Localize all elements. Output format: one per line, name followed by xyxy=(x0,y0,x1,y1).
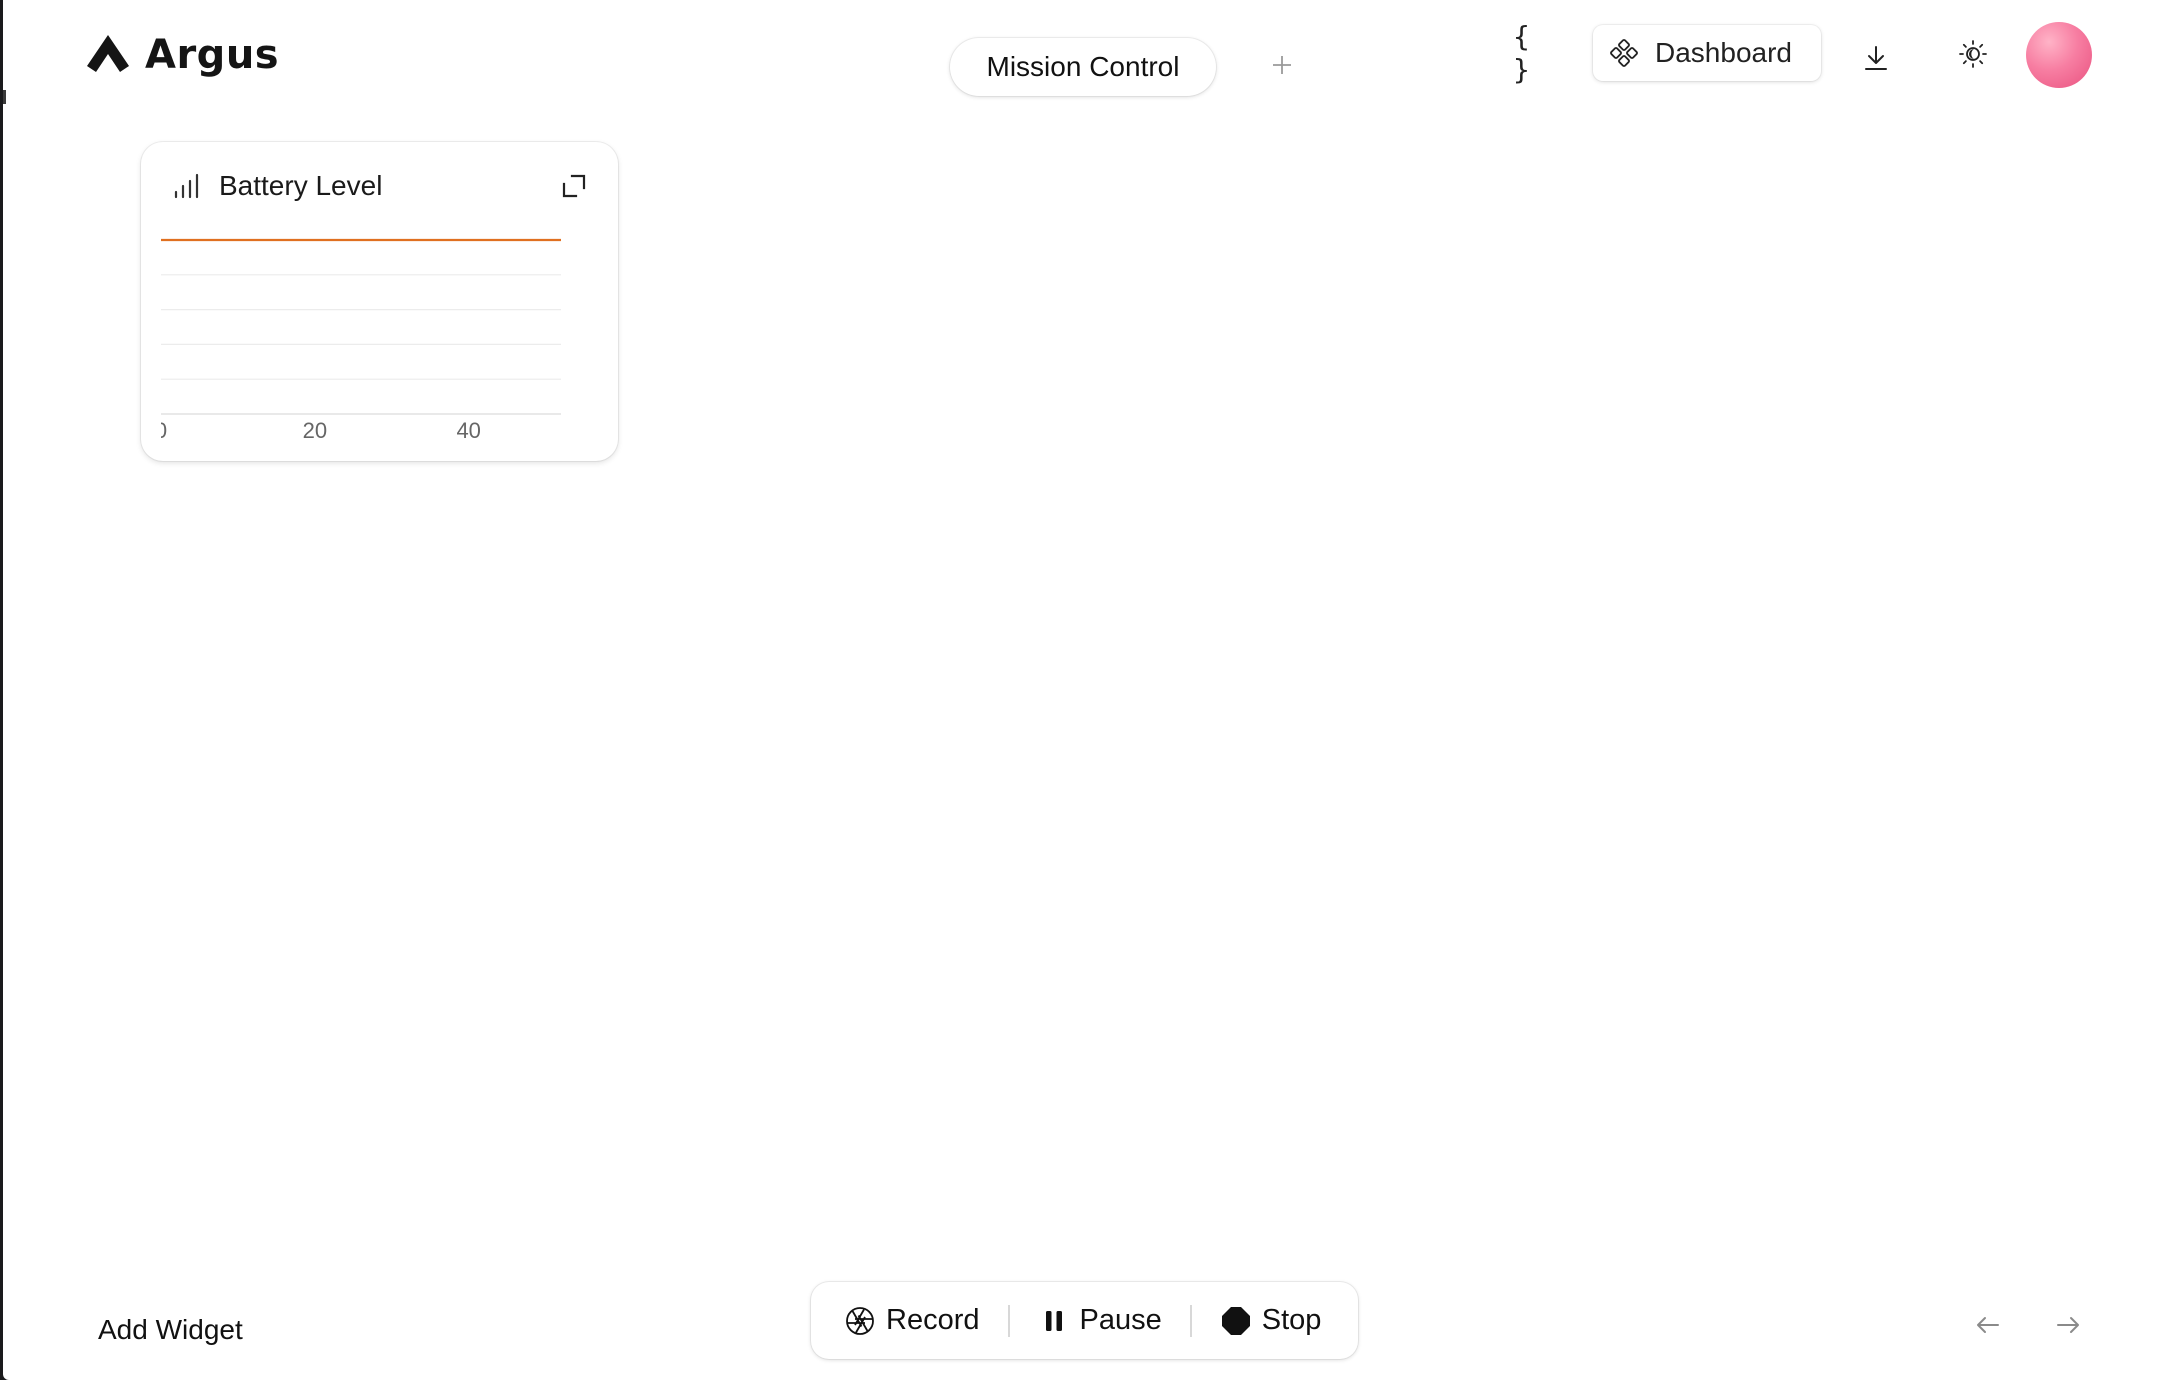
pause-label: Pause xyxy=(1079,1304,1162,1336)
download-icon xyxy=(1865,46,1887,70)
x-tick-label: 20 xyxy=(303,418,327,443)
add-widget-button[interactable]: Add Widget xyxy=(98,1314,243,1346)
json-view-button[interactable]: { } xyxy=(1513,20,1553,86)
widget-title: Battery Level xyxy=(219,170,383,201)
dashboard-button[interactable]: Dashboard xyxy=(1593,25,1821,81)
tab-label: Mission Control xyxy=(986,51,1180,82)
pause-button[interactable]: Pause xyxy=(1038,1304,1162,1337)
user-avatar[interactable] xyxy=(2026,22,2092,88)
theme-toggle-button[interactable] xyxy=(1951,32,1995,76)
braces-icon: { } xyxy=(1513,20,1530,86)
stop-octagon-icon xyxy=(1221,1306,1250,1335)
x-tick-label: 40 xyxy=(456,418,480,443)
battery-line-chart: 0 20 40 xyxy=(161,238,561,443)
record-button[interactable]: Record xyxy=(844,1304,980,1337)
record-label: Record xyxy=(886,1304,980,1336)
divider xyxy=(1189,1304,1192,1337)
layout-icon xyxy=(1610,39,1638,67)
window-edge xyxy=(3,90,6,104)
back-button[interactable] xyxy=(1968,1305,2008,1345)
arrow-right-icon xyxy=(2057,1317,2079,1333)
add-tab-button[interactable] xyxy=(1265,45,1299,85)
battery-level-widget[interactable]: Battery Level 0 20 40 xyxy=(141,142,618,461)
sun-moon-icon xyxy=(1959,40,1987,68)
divider xyxy=(1007,1304,1010,1337)
signal-bars-icon xyxy=(174,173,199,199)
expand-icon[interactable] xyxy=(560,172,588,200)
x-tick-label: 0 xyxy=(161,418,167,443)
pause-icon xyxy=(1045,1310,1062,1331)
tab-mission-control[interactable]: Mission Control xyxy=(950,38,1216,96)
recording-controls: Record Pause Stop xyxy=(811,1282,1358,1359)
argus-logo-icon xyxy=(87,35,129,72)
aperture-icon xyxy=(846,1306,874,1335)
stop-button[interactable]: Stop xyxy=(1220,1304,1322,1337)
app-logo[interactable]: Argus xyxy=(83,30,279,80)
forward-button[interactable] xyxy=(2048,1305,2088,1345)
arrow-left-icon xyxy=(1977,1317,1999,1333)
download-button[interactable] xyxy=(1854,36,1898,80)
app-name: Argus xyxy=(145,32,280,78)
dashboard-label: Dashboard xyxy=(1655,37,1792,68)
stop-label: Stop xyxy=(1261,1304,1322,1336)
widget-header: Battery Level xyxy=(171,168,588,204)
plus-icon xyxy=(1273,56,1291,74)
app-window: Argus Mission Control { } Dashboard Batt… xyxy=(3,0,2160,1380)
